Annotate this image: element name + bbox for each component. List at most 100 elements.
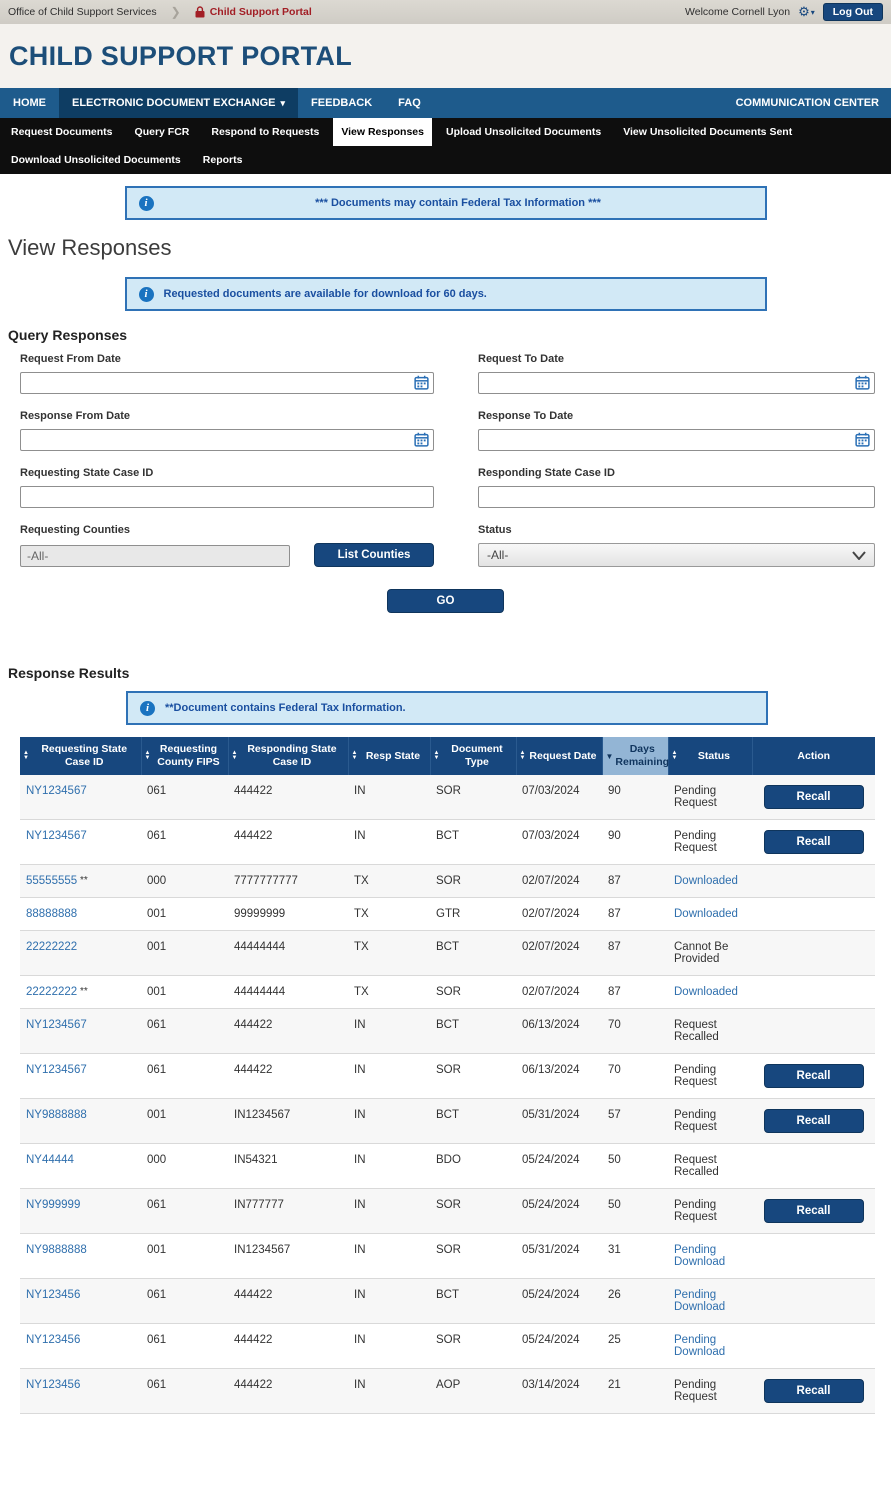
status-select[interactable]: -All-	[478, 543, 875, 567]
requesting-case-link[interactable]: NY44444	[26, 1154, 74, 1166]
calendar-icon[interactable]	[414, 432, 429, 447]
column-header-requesting-county-fips[interactable]: ▲▼Requesting County FIPS	[141, 737, 228, 775]
column-header-request-date[interactable]: ▲▼Request Date	[516, 737, 602, 775]
status-link[interactable]: Downloaded	[674, 875, 738, 887]
column-header-status[interactable]: ▲▼Status	[668, 737, 752, 775]
list-counties-button[interactable]: List Counties	[314, 543, 434, 567]
column-label: Responding State Case ID	[239, 743, 344, 769]
cell-requesting-case: 22222222	[20, 931, 141, 976]
calendar-icon[interactable]	[855, 375, 870, 390]
recall-button[interactable]: Recall	[764, 1109, 864, 1133]
fti-warning-text: *** Documents may contain Federal Tax In…	[164, 197, 753, 209]
column-header-document-type[interactable]: ▲▼Document Type	[430, 737, 516, 775]
recall-button[interactable]: Recall	[764, 785, 864, 809]
subnav-item-download-unsolicited-documents[interactable]: Download Unsolicited Documents	[3, 146, 189, 174]
recall-button[interactable]: Recall	[764, 830, 864, 854]
cell-requesting-case: 55555555 **	[20, 865, 141, 898]
responding-case-id-input[interactable]	[478, 486, 875, 508]
column-header-days-remaining[interactable]: ▼Days Remaining	[602, 737, 668, 775]
download-info-banner: i Requested documents are available for …	[125, 277, 767, 311]
requesting-case-link[interactable]: NY1234567	[26, 785, 87, 797]
subnav-item-view-unsolicited-documents-sent[interactable]: View Unsolicited Documents Sent	[615, 118, 800, 146]
response-results-heading: Response Results	[8, 665, 883, 681]
cell-document-type: BCT	[430, 931, 516, 976]
result-row: 22222222 **00144444444TXSOR02/07/202487D…	[20, 976, 875, 1009]
recall-button[interactable]: Recall	[764, 1379, 864, 1403]
page-title: View Responses	[8, 235, 883, 261]
subnav-item-request-documents[interactable]: Request Documents	[3, 118, 121, 146]
requesting-case-id-input[interactable]	[20, 486, 434, 508]
recall-button[interactable]: Recall	[764, 1064, 864, 1088]
calendar-icon[interactable]	[855, 432, 870, 447]
requesting-case-link[interactable]: 88888888	[26, 908, 77, 920]
status-text: Request Recalled	[674, 1019, 719, 1043]
requesting-case-link[interactable]: 22222222	[26, 986, 77, 998]
status-link[interactable]: Pending Download	[674, 1244, 725, 1268]
requesting-case-link[interactable]: NY9888888	[26, 1109, 87, 1121]
cell-days-remaining: 50	[602, 1144, 668, 1189]
nav-item-home[interactable]: HOME	[0, 88, 59, 118]
logout-button[interactable]: Log Out	[823, 3, 883, 21]
subnav-item-query-fcr[interactable]: Query FCR	[127, 118, 198, 146]
requesting-case-link[interactable]: NY123456	[26, 1334, 80, 1346]
subnav-item-respond-to-requests[interactable]: Respond to Requests	[203, 118, 327, 146]
requesting-case-link[interactable]: NY1234567	[26, 1019, 87, 1031]
nav-item-electronic-document-exchange[interactable]: ELECTRONIC DOCUMENT EXCHANGE▾	[59, 88, 298, 118]
gear-icon[interactable]: ⚙▾	[798, 4, 815, 20]
requesting-case-link[interactable]: NY999999	[26, 1199, 80, 1211]
status-link[interactable]: Downloaded	[674, 908, 738, 920]
cell-document-type: SOR	[430, 1054, 516, 1099]
requesting-case-link[interactable]: NY9888888	[26, 1244, 87, 1256]
result-row: 8888888800199999999TXGTR02/07/202487Down…	[20, 898, 875, 931]
requesting-case-link[interactable]: 55555555	[26, 875, 77, 887]
cell-request-date: 05/24/2024	[516, 1324, 602, 1369]
cell-days-remaining: 90	[602, 775, 668, 820]
request-from-date-input[interactable]	[20, 372, 434, 394]
subnav-item-view-responses[interactable]: View Responses	[333, 118, 432, 146]
result-row: NY1234567061444422INBCT07/03/202490Pendi…	[20, 820, 875, 865]
subnav-item-reports[interactable]: Reports	[195, 146, 251, 174]
cell-action	[752, 865, 875, 898]
status-text: Cannot Be Provided	[674, 941, 728, 965]
column-header-responding-state-case-id[interactable]: ▲▼Responding State Case ID	[228, 737, 348, 775]
column-header-requesting-state-case-id[interactable]: ▲▼Requesting State Case ID	[20, 737, 141, 775]
cell-action: Recall	[752, 1054, 875, 1099]
go-button[interactable]: GO	[387, 589, 504, 613]
recall-button[interactable]: Recall	[764, 1199, 864, 1223]
request-to-date-input[interactable]	[478, 372, 875, 394]
column-header-resp-state[interactable]: ▲▼Resp State	[348, 737, 430, 775]
status-link[interactable]: Pending Download	[674, 1289, 725, 1313]
response-from-date-input[interactable]	[20, 429, 434, 451]
status-select-value: -All-	[487, 548, 508, 562]
requesting-case-link[interactable]: NY1234567	[26, 1064, 87, 1076]
cell-county-fips: 061	[141, 1324, 228, 1369]
cell-resp-state: IN	[348, 820, 430, 865]
cell-days-remaining: 70	[602, 1054, 668, 1099]
portal-title: CHILD SUPPORT PORTAL	[9, 41, 352, 72]
requesting-case-link[interactable]: NY123456	[26, 1289, 80, 1301]
requesting-case-link[interactable]: NY123456	[26, 1379, 80, 1391]
requesting-case-link[interactable]: 22222222	[26, 941, 77, 953]
cell-request-date: 02/07/2024	[516, 865, 602, 898]
cell-requesting-case: NY1234567	[20, 820, 141, 865]
nav-item-feedback[interactable]: FEEDBACK	[298, 88, 385, 118]
cell-status: Downloaded	[668, 976, 752, 1009]
column-label: Status	[679, 750, 748, 763]
cell-responding-case: 99999999	[228, 898, 348, 931]
requesting-counties-label: Requesting Counties	[20, 524, 434, 536]
result-row: NY1234567061444422INBCT06/13/202470Reque…	[20, 1009, 875, 1054]
cell-request-date: 07/03/2024	[516, 775, 602, 820]
status-link[interactable]: Downloaded	[674, 986, 738, 998]
subnav-item-upload-unsolicited-documents[interactable]: Upload Unsolicited Documents	[438, 118, 609, 146]
status-link[interactable]: Pending Download	[674, 1334, 725, 1358]
column-header-action: Action	[752, 737, 875, 775]
cell-action	[752, 1009, 875, 1054]
response-to-date-input[interactable]	[478, 429, 875, 451]
nav-item-label: FEEDBACK	[311, 97, 372, 109]
nav-item-communication-center[interactable]: COMMUNICATION CENTER	[724, 88, 891, 118]
nav-item-faq[interactable]: FAQ	[385, 88, 434, 118]
result-row: 2222222200144444444TXBCT02/07/202487Cann…	[20, 931, 875, 976]
requesting-case-link[interactable]: NY1234567	[26, 830, 87, 842]
chevron-down-icon: ▾	[281, 98, 286, 109]
calendar-icon[interactable]	[414, 375, 429, 390]
